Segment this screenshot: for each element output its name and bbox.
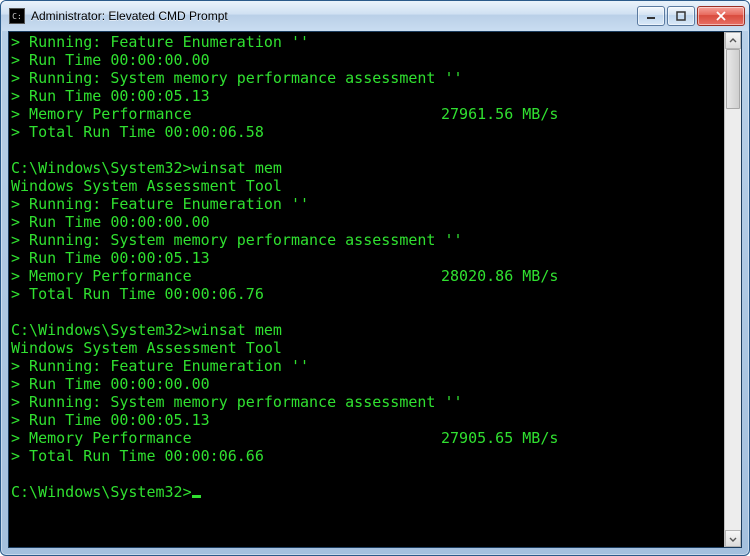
output-line: > Total Run Time 00:00:06.58 xyxy=(11,123,722,141)
chevron-down-icon xyxy=(729,535,737,543)
output-line: Windows System Assessment Tool xyxy=(11,177,722,195)
minimize-icon xyxy=(646,11,656,21)
output-line: > Run Time 00:00:05.13 xyxy=(11,87,722,105)
output-line: > Running: Feature Enumeration '' xyxy=(11,357,722,375)
output-line: > Run Time 00:00:05.13 xyxy=(11,411,722,429)
output-line: > Total Run Time 00:00:06.76 xyxy=(11,285,722,303)
vertical-scrollbar[interactable] xyxy=(724,32,741,547)
window-controls xyxy=(635,6,745,26)
blank-line xyxy=(11,303,722,321)
output-line: > Memory Performance27961.56 MB/s xyxy=(11,105,722,123)
output-line: > Running: System memory performance ass… xyxy=(11,393,722,411)
output-line: > Running: System memory performance ass… xyxy=(11,231,722,249)
output-line: > Run Time 00:00:00.00 xyxy=(11,213,722,231)
prompt-line: C:\Windows\System32>winsat mem xyxy=(11,159,722,177)
client-area: > Running: Feature Enumeration ''> Run T… xyxy=(8,31,742,548)
prompt-line[interactable]: C:\Windows\System32> xyxy=(11,483,722,501)
output-line: > Run Time 00:00:00.00 xyxy=(11,51,722,69)
output-line: Windows System Assessment Tool xyxy=(11,339,722,357)
terminal-output[interactable]: > Running: Feature Enumeration ''> Run T… xyxy=(9,32,724,547)
minimize-button[interactable] xyxy=(637,6,665,26)
cmd-icon: C: xyxy=(9,8,25,24)
output-line: > Running: System memory performance ass… xyxy=(11,69,722,87)
chevron-up-icon xyxy=(729,37,737,45)
output-line: > Running: Feature Enumeration '' xyxy=(11,195,722,213)
blank-line xyxy=(11,141,722,159)
prompt-line: C:\Windows\System32>winsat mem xyxy=(11,321,722,339)
output-line: > Run Time 00:00:05.13 xyxy=(11,249,722,267)
scrollbar-thumb[interactable] xyxy=(726,49,740,109)
output-line: > Memory Performance28020.86 MB/s xyxy=(11,267,722,285)
maximize-icon xyxy=(676,11,686,21)
cmd-window: C: Administrator: Elevated CMD Prompt > … xyxy=(0,0,750,556)
close-icon xyxy=(715,11,727,21)
close-button[interactable] xyxy=(697,6,745,26)
output-line: > Memory Performance27905.65 MB/s xyxy=(11,429,722,447)
titlebar[interactable]: C: Administrator: Elevated CMD Prompt xyxy=(1,1,749,31)
scrollbar-track[interactable] xyxy=(725,49,741,530)
blank-line xyxy=(11,465,722,483)
scroll-up-button[interactable] xyxy=(725,32,741,49)
output-line: > Running: Feature Enumeration '' xyxy=(11,33,722,51)
window-title: Administrator: Elevated CMD Prompt xyxy=(31,9,635,23)
scroll-down-button[interactable] xyxy=(725,530,741,547)
maximize-button[interactable] xyxy=(667,6,695,26)
output-line: > Run Time 00:00:00.00 xyxy=(11,375,722,393)
cursor xyxy=(192,495,201,498)
output-line: > Total Run Time 00:00:06.66 xyxy=(11,447,722,465)
